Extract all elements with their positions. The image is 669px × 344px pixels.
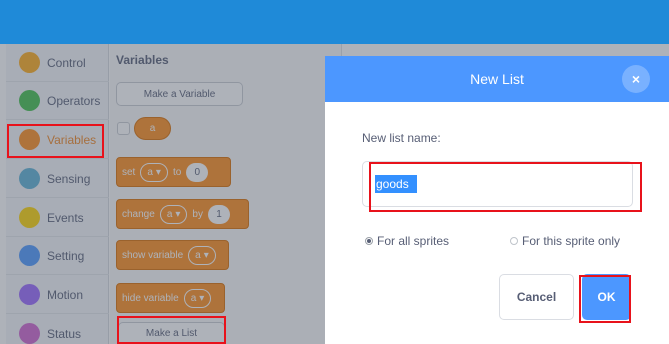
dialog-title: New List — [470, 71, 524, 87]
ok-button[interactable]: OK — [582, 274, 631, 320]
radio-label: For all sprites — [377, 234, 450, 248]
radio-checked-icon — [365, 237, 373, 245]
cancel-button[interactable]: Cancel — [499, 274, 574, 320]
radio-for-this-sprite[interactable]: For this sprite only — [510, 234, 620, 248]
close-icon: × — [631, 71, 641, 87]
new-list-dialog: New List × New list name: goods For all … — [325, 56, 669, 344]
radio-label: For this sprite only — [522, 234, 621, 248]
list-name-label: New list name: — [362, 131, 441, 145]
top-bar — [0, 0, 669, 44]
radio-for-all-sprites[interactable]: For all sprites — [365, 234, 449, 248]
radio-unchecked-icon — [510, 237, 518, 245]
dialog-header: New List × — [325, 56, 669, 102]
list-name-input[interactable] — [362, 161, 633, 207]
close-button[interactable]: × — [622, 65, 650, 93]
